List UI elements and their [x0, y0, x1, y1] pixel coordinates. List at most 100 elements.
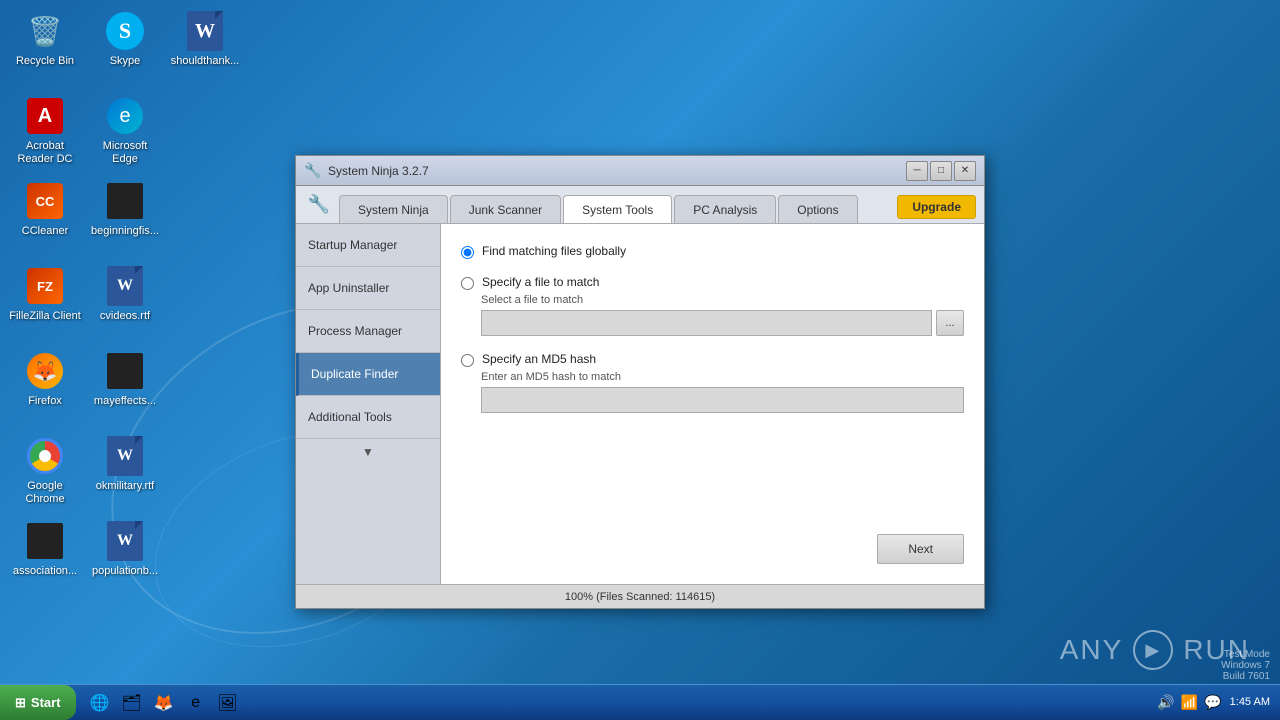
start-icon: ⊞	[15, 695, 26, 711]
menu-bar: 🔧 System Ninja Junk Scanner System Tools…	[296, 186, 984, 224]
notification-icon[interactable]: 💬	[1204, 694, 1221, 711]
radio-option-find-globally: Find matching files globally	[461, 244, 964, 259]
main-content: Find matching files globally Specify a f…	[441, 224, 984, 584]
desktop-icon-skype[interactable]: S Skype	[85, 5, 165, 90]
radio-option-specify-file: Specify a file to match	[461, 275, 964, 290]
association-label: association...	[13, 565, 77, 578]
chrome-label: Google Chrome	[9, 480, 81, 506]
desktop-icon-microsoft-edge[interactable]: e Microsoft Edge	[85, 90, 165, 175]
window-title: System Ninja 3.2.7	[328, 164, 906, 178]
start-label: Start	[31, 695, 61, 710]
filezilla-label: FilleZilla Client	[9, 310, 81, 323]
taskbar-ie-icon[interactable]: 🌐	[86, 689, 114, 717]
radio-specify-md5[interactable]	[461, 354, 474, 367]
radio-group: Find matching files globally Specify a f…	[461, 244, 964, 413]
next-button[interactable]: Next	[877, 534, 964, 564]
sidebar-item-process-manager[interactable]: Process Manager	[296, 310, 440, 353]
browse-button[interactable]: ...	[936, 310, 964, 336]
sidebar-item-duplicate-finder[interactable]: Duplicate Finder	[296, 353, 440, 396]
desktop-icon-ccleaner[interactable]: CC CCleaner	[5, 175, 85, 260]
radio-section-specify-file: Specify a file to match Select a file to…	[461, 275, 964, 336]
file-input-field[interactable]	[481, 310, 932, 336]
minimize-button[interactable]: ─	[906, 161, 928, 181]
okmilitary-icon: W	[105, 436, 145, 476]
upgrade-button[interactable]: Upgrade	[897, 195, 976, 219]
desktop-icon-populationb[interactable]: W populationb...	[85, 515, 165, 600]
sidebar-scroll-down-icon[interactable]: ▼	[296, 439, 440, 465]
volume-icon[interactable]: 🔊	[1157, 694, 1174, 711]
desktop-icon-mayeffects[interactable]: mayeffects...	[85, 345, 165, 430]
window-body: Startup Manager App Uninstaller Process …	[296, 224, 984, 584]
md5-input-field[interactable]	[481, 387, 964, 413]
taskbar-clock[interactable]: 1:45 AM	[1230, 695, 1270, 710]
desktop-icon-chrome[interactable]: Google Chrome	[5, 430, 85, 515]
radio-label-find-globally[interactable]: Find matching files globally	[482, 244, 626, 258]
tab-system-tools[interactable]: System Tools	[563, 195, 672, 223]
radio-section-md5: Specify an MD5 hash Enter an MD5 hash to…	[461, 352, 964, 413]
tab-junk-scanner[interactable]: Junk Scanner	[450, 195, 561, 223]
microsoft-edge-icon: e	[105, 96, 145, 136]
desktop-icon-recycle-bin[interactable]: 🗑️ Recycle Bin	[5, 5, 85, 90]
taskbar-edge-taskbar-icon[interactable]: e	[182, 689, 210, 717]
desktop-icon-filezilla[interactable]: FZ FilleZilla Client	[5, 260, 85, 345]
sidebar: Startup Manager App Uninstaller Process …	[296, 224, 441, 584]
recycle-bin-icon: 🗑️	[25, 11, 65, 51]
google-chrome-icon	[25, 436, 65, 476]
anyrun-text-any: ANY	[1060, 634, 1124, 666]
ccleaner-icon: CC	[25, 181, 65, 221]
tab-pc-analysis[interactable]: PC Analysis	[674, 195, 776, 223]
association-icon	[25, 521, 65, 561]
skype-label: Skype	[110, 55, 141, 68]
network-icon[interactable]: 📶	[1181, 694, 1198, 711]
desktop-icon-cvideos[interactable]: W cvideos.rtf	[85, 260, 165, 345]
desktop-icon-acrobat[interactable]: A Acrobat Reader DC	[5, 90, 85, 175]
taskbar-right-area: 🔊 📶 💬 1:45 AM	[1157, 694, 1280, 711]
window-titlebar: 🔧 System Ninja 3.2.7 ─ □ ✕	[296, 156, 984, 186]
close-button[interactable]: ✕	[954, 161, 976, 181]
radio-option-md5: Specify an MD5 hash	[461, 352, 964, 367]
taskbar-firefox-taskbar-icon[interactable]: 🦊	[150, 689, 178, 717]
file-sublabel: Select a file to match	[481, 294, 964, 306]
taskbar-extra-icon[interactable]: 🖼	[214, 689, 242, 717]
desktop-icon-association[interactable]: association...	[5, 515, 85, 600]
app-logo-icon: 🔧	[304, 189, 334, 219]
anyrun-play-icon: ▶	[1133, 630, 1173, 670]
sidebar-item-additional-tools[interactable]: Additional Tools	[296, 396, 440, 439]
desktop-icon-okmilitary[interactable]: W okmilitary.rtf	[85, 430, 165, 515]
taskbar-explorer-icon[interactable]: 🗂	[118, 689, 146, 717]
cvideos-label: cvideos.rtf	[100, 310, 150, 323]
anyrun-build: Build 7601	[1221, 671, 1270, 682]
status-bar: 100% (Files Scanned: 114615)	[296, 584, 984, 608]
maximize-button[interactable]: □	[930, 161, 952, 181]
tab-system-ninja[interactable]: System Ninja	[339, 195, 448, 223]
radio-find-globally[interactable]	[461, 246, 474, 259]
microsoft-edge-label: Microsoft Edge	[89, 140, 161, 166]
desktop-icon-shouldthank[interactable]: W shouldthank...	[165, 5, 245, 90]
desktop-icon-firefox[interactable]: 🦊 Firefox	[5, 345, 85, 430]
radio-specify-file[interactable]	[461, 277, 474, 290]
sidebar-item-startup-manager[interactable]: Startup Manager	[296, 224, 440, 267]
desktop-icon-beginningfis[interactable]: beginningfis...	[85, 175, 165, 260]
cvideos-icon: W	[105, 266, 145, 306]
ccleaner-label: CCleaner	[22, 225, 68, 238]
tab-options[interactable]: Options	[778, 195, 857, 223]
radio-label-specify-file[interactable]: Specify a file to match	[482, 275, 599, 289]
firefox-label: Firefox	[28, 395, 62, 408]
app-window: 🔧 System Ninja 3.2.7 ─ □ ✕ 🔧 System Ninj…	[295, 155, 985, 609]
recycle-bin-label: Recycle Bin	[16, 55, 74, 68]
start-button[interactable]: ⊞ Start	[0, 685, 76, 720]
radio-label-md5[interactable]: Specify an MD5 hash	[482, 352, 596, 366]
file-input-row: ...	[481, 310, 964, 336]
skype-icon: S	[105, 11, 145, 51]
file-input-group: Select a file to match ...	[481, 294, 964, 336]
taskbar-system-icons: 🔊 📶 💬	[1157, 694, 1221, 711]
sidebar-item-app-uninstaller[interactable]: App Uninstaller	[296, 267, 440, 310]
md5-sublabel: Enter an MD5 hash to match	[481, 371, 964, 383]
filezilla-icon: FZ	[25, 266, 65, 306]
acrobat-label: Acrobat Reader DC	[9, 140, 81, 166]
window-app-icon: 🔧	[304, 162, 322, 180]
status-text: 100% (Files Scanned: 114615)	[565, 591, 715, 603]
md5-input-group: Enter an MD5 hash to match	[481, 371, 964, 413]
anyrun-info: Test Mode Windows 7 Build 7601	[1221, 649, 1270, 682]
mayeffects-icon	[105, 351, 145, 391]
